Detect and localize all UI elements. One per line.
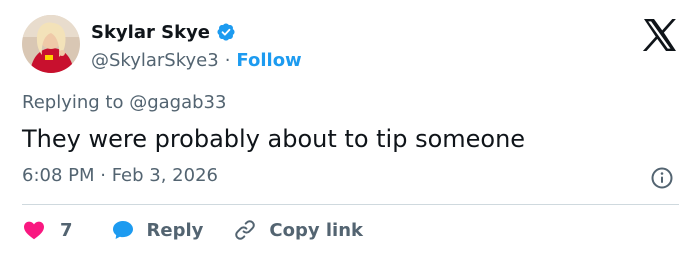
link-icon bbox=[235, 220, 256, 240]
author-name-row: Skylar Skye bbox=[91, 19, 236, 45]
x-logo-icon[interactable] bbox=[641, 18, 677, 52]
handle-separator: · bbox=[224, 49, 231, 71]
verified-badge-icon bbox=[216, 22, 236, 42]
heart-icon bbox=[24, 221, 44, 240]
tweet-timestamp[interactable]: 6:08 PM · Feb 3, 2026 bbox=[22, 165, 218, 186]
reply-label: Reply bbox=[146, 219, 204, 241]
copy-link-button[interactable]: Copy link bbox=[233, 218, 363, 242]
tweet-text: They were probably about to tip someone bbox=[22, 125, 526, 153]
info-icon[interactable] bbox=[650, 166, 674, 190]
author-display-name[interactable]: Skylar Skye bbox=[91, 22, 210, 43]
author-handle[interactable]: @SkylarSkye3 bbox=[91, 50, 219, 71]
author-handle-row: @SkylarSkye3 · Follow bbox=[91, 47, 302, 73]
like-button[interactable]: 7 bbox=[22, 218, 73, 242]
follow-button[interactable]: Follow bbox=[236, 50, 301, 71]
reply-button[interactable]: Reply bbox=[111, 218, 204, 242]
tweet-card: Skylar Skye @SkylarSkye3 · Follow Replyi… bbox=[0, 0, 700, 256]
copy-link-label: Copy link bbox=[269, 219, 363, 241]
tweet-actions: 7 Reply Copy link bbox=[22, 215, 363, 245]
divider bbox=[22, 204, 679, 205]
avatar-image bbox=[22, 15, 80, 73]
like-count: 7 bbox=[60, 219, 73, 241]
avatar[interactable] bbox=[22, 15, 80, 73]
reply-bubble-icon bbox=[112, 221, 133, 239]
replying-to-text: Replying to @gagab33 bbox=[22, 92, 227, 113]
